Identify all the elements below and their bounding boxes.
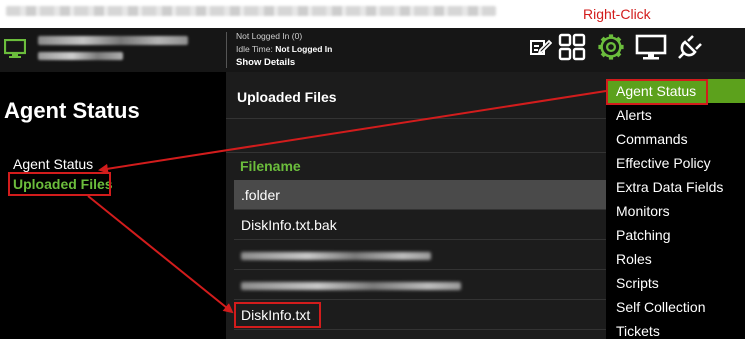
column-header-filename[interactable]: Filename bbox=[240, 158, 301, 174]
login-info: Not Logged In (0) Idle Time: Not Logged … bbox=[236, 30, 332, 69]
sidebar-item-agent-status[interactable]: Agent Status bbox=[13, 156, 93, 172]
menu-item-self-collection[interactable]: Self Collection bbox=[606, 295, 745, 319]
redacted-file-name bbox=[241, 252, 431, 261]
file-row[interactable] bbox=[234, 240, 606, 270]
header-divider bbox=[226, 32, 227, 68]
file-name: DiskInfo.txt bbox=[241, 307, 311, 323]
power-plug-icon[interactable] bbox=[676, 33, 704, 61]
right-click-annotation: Right-Click bbox=[583, 6, 651, 22]
idle-time-row: Idle Time: Not Logged In bbox=[236, 43, 332, 56]
context-menu: Agent Status Alerts Commands Effective P… bbox=[606, 79, 745, 339]
panel-title: Uploaded Files bbox=[237, 89, 337, 105]
file-row[interactable] bbox=[234, 270, 606, 300]
sidebar: Agent Status Agent Status Uploaded Files bbox=[0, 72, 226, 339]
grid-icon[interactable] bbox=[558, 33, 586, 61]
show-details-link[interactable]: Show Details bbox=[236, 56, 332, 69]
agent-header: Not Logged In (0) Idle Time: Not Logged … bbox=[0, 28, 745, 72]
redacted-hostname bbox=[38, 36, 188, 45]
menu-item-patching[interactable]: Patching bbox=[606, 223, 745, 247]
menu-item-effective-policy[interactable]: Effective Policy bbox=[606, 151, 745, 175]
window-title-bar: Right-Click bbox=[0, 0, 745, 28]
display-icon[interactable] bbox=[635, 33, 667, 61]
file-row[interactable]: DiskInfo.txt.bak bbox=[234, 210, 606, 240]
file-name: DiskInfo.txt.bak bbox=[241, 217, 337, 233]
menu-item-monitors[interactable]: Monitors bbox=[606, 199, 745, 223]
file-name: .folder bbox=[241, 187, 280, 203]
menu-item-tickets[interactable]: Tickets bbox=[606, 319, 745, 339]
menu-item-alerts[interactable]: Alerts bbox=[606, 103, 745, 127]
menu-item-scripts[interactable]: Scripts bbox=[606, 271, 745, 295]
menu-item-roles[interactable]: Roles bbox=[606, 247, 745, 271]
redacted-file-name bbox=[241, 282, 461, 291]
divider bbox=[226, 152, 606, 153]
file-row[interactable]: .folder bbox=[234, 180, 606, 210]
monitor-icon bbox=[4, 39, 26, 58]
sidebar-item-uploaded-files[interactable]: Uploaded Files bbox=[13, 176, 113, 192]
gear-icon[interactable] bbox=[596, 33, 626, 61]
logged-in-status: Not Logged In (0) bbox=[236, 31, 303, 41]
idle-time-value: Not Logged In bbox=[275, 44, 333, 54]
redacted-host-detail bbox=[38, 52, 123, 60]
edit-icon[interactable] bbox=[528, 33, 552, 61]
menu-item-agent-status[interactable]: Agent Status bbox=[606, 79, 745, 103]
menu-item-extra-data-fields[interactable]: Extra Data Fields bbox=[606, 175, 745, 199]
idle-time-label: Idle Time: bbox=[236, 44, 273, 54]
menu-item-commands[interactable]: Commands bbox=[606, 127, 745, 151]
redacted-title bbox=[6, 6, 496, 16]
file-row[interactable]: DiskInfo.txt bbox=[234, 300, 606, 330]
sidebar-title: Agent Status bbox=[4, 98, 140, 123]
divider bbox=[226, 118, 606, 119]
